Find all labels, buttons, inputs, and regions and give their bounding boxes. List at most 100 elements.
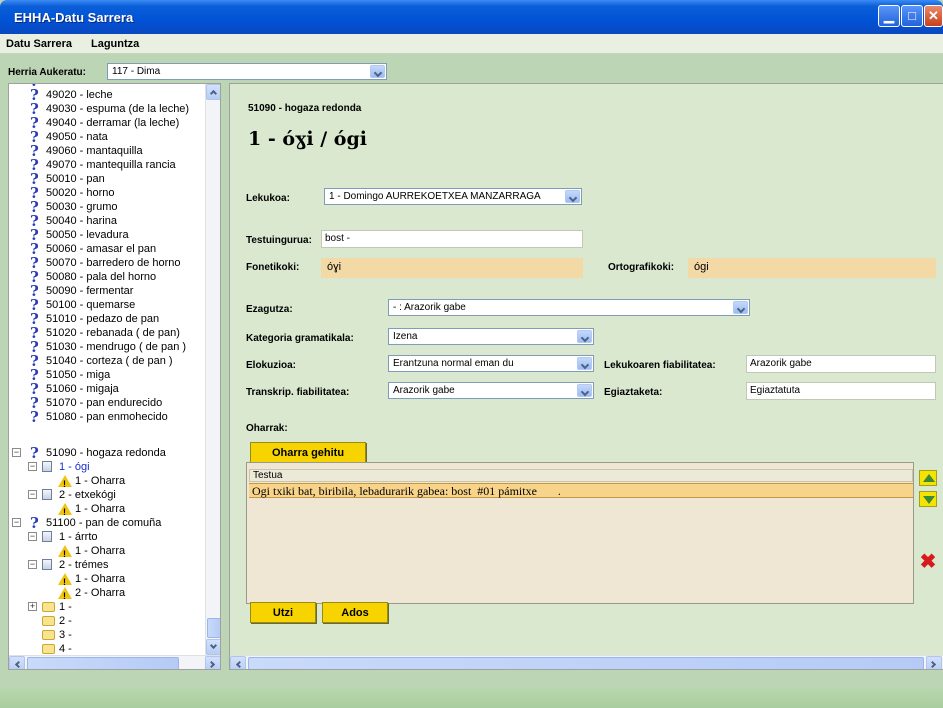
menu-bar: Datu Sarrera Laguntza [0,34,943,54]
collapse-icon[interactable]: − [28,532,37,541]
chevron-down-icon[interactable] [577,357,592,370]
tree-item-label: 50080 - pala del horno [46,271,157,283]
warning-icon [58,503,72,519]
scroll-down-button[interactable] [206,639,220,655]
chevron-down-icon[interactable] [370,65,385,78]
collapse-icon[interactable]: − [12,448,21,457]
collapse-icon[interactable]: − [12,518,21,527]
delete-icon[interactable]: ✖ [919,552,937,572]
lekukoa-value: 1 - Domingo AURREKOETXEA MANZARRAGA [329,191,541,202]
title-bar[interactable]: EHHA-Datu Sarrera ▁ □ ✕ [0,0,943,34]
herria-select[interactable]: 117 - Dima [107,63,387,80]
scroll-thumb[interactable] [248,657,924,669]
tree-item-label: 50090 - fermentar [46,285,134,297]
transkrip-select[interactable]: Arazorik gabe [388,382,594,399]
tree-item-label: 50020 - horno [46,187,115,199]
kategoria-select[interactable]: Izena [388,328,594,345]
concept-tree[interactable]: ?49010 - ordeñar?49020 - leche?49030 - e… [8,83,221,670]
lekukoaren-fiabilitatea-field[interactable]: Arazorik gabe [746,355,936,373]
tree-item-label: 50100 - quemarse [46,299,136,311]
window-title: EHHA-Datu Sarrera [14,10,134,25]
tree-item-label: 51030 - mendrugo ( de pan ) [46,341,187,353]
maximize-button[interactable]: □ [901,5,923,27]
chevron-down-icon[interactable] [733,301,748,314]
document-icon [42,531,52,542]
menu-datu-sarrera[interactable]: Datu Sarrera [6,38,72,50]
scroll-left-button[interactable] [230,656,246,669]
form-horizontal-scrollbar[interactable] [230,655,943,669]
tree-vertical-scrollbar[interactable] [205,84,220,655]
expand-icon[interactable]: + [28,602,37,611]
collapse-icon[interactable]: − [28,462,37,471]
question-icon: ? [30,514,39,532]
question-icon: ? [30,444,39,462]
lekukoaren-fiabilitatea-label: Lekukoaren fiabilitatea: [604,360,716,371]
tree-item-label: 49050 - nata [46,131,108,143]
tree-item-label: 51020 - rebanada ( de pan) [46,327,180,339]
oharra-gehitu-button[interactable]: Oharra gehitu [250,442,366,463]
ezagutza-select[interactable]: - : Arazorik gabe [388,299,750,316]
fonetikoki-value: óɣi [327,261,342,273]
transkrip-label: Transkrip. fiabilitatea: [246,387,350,398]
elokuzioa-value: Erantzuna normal eman du [393,358,514,369]
column-header-testua[interactable]: Testua [249,469,913,482]
ezagutza-label: Ezagutza: [246,304,293,315]
scroll-right-button[interactable] [205,656,220,669]
document-icon [42,461,52,472]
ados-button[interactable]: Ados [322,602,388,623]
tree-item-label: 49060 - mantaquilla [46,145,143,157]
testuingurua-input[interactable]: bost - [321,230,583,248]
chevron-down-icon[interactable] [565,190,580,203]
scroll-thumb[interactable] [207,618,220,638]
tree-item-label: 50070 - barredero de horno [46,257,181,269]
warning-icon [58,475,72,491]
collapse-icon[interactable]: − [28,490,37,499]
minimize-button[interactable]: ▁ [878,5,900,27]
testuingurua-value: bost - [325,233,351,244]
chevron-down-icon[interactable] [577,330,592,343]
lekukoa-select[interactable]: 1 - Domingo AURREKOETXEA MANZARRAGA [324,188,582,205]
egiaztaketa-field[interactable]: Egiaztatuta [746,382,936,400]
scroll-right-button[interactable] [926,656,942,669]
elokuzioa-label: Elokuzioa: [246,360,297,371]
tree-item-label: 50060 - amasar el pan [46,243,157,255]
kategoria-label: Kategoria gramatikala: [246,333,354,344]
tree-item-label: 51070 - pan endurecido [46,397,163,409]
herria-select-value: 117 - Dima [112,66,161,77]
ortografikoki-label: Ortografikoki: [608,262,675,273]
scroll-up-button[interactable] [206,84,220,100]
tree-item-label: 51010 - pedazo de pan [46,313,160,325]
scroll-left-button[interactable] [9,656,25,669]
utzi-button[interactable]: Utzi [250,602,316,623]
warning-icon [58,587,72,603]
comment-icon [42,616,55,626]
move-up-button[interactable] [919,470,937,486]
lekukoaren-fiabilitatea-value: Arazorik gabe [750,358,812,369]
comment-icon [42,602,55,612]
close-button[interactable]: ✕ [924,5,943,27]
ezagutza-value: - : Arazorik gabe [393,302,466,313]
ortografikoki-value: ógi [694,261,709,273]
tree-item-label: 49030 - espuma (de la leche) [46,103,190,115]
notes-table[interactable]: Testua Ogi txiki bat, biribila, lebadura… [246,462,914,604]
table-row[interactable]: Ogi txiki bat, biribila, lebadurarik gab… [249,483,913,498]
question-icon: ? [30,408,39,426]
chevron-down-icon[interactable] [577,384,592,397]
scroll-thumb[interactable] [27,657,179,669]
ortografikoki-field[interactable]: ógi [688,258,936,278]
elokuzioa-select[interactable]: Erantzuna normal eman du [388,355,594,372]
transkrip-value: Arazorik gabe [393,385,455,396]
warning-icon [58,545,72,561]
page-title: 1 - óɣi / ógi [248,128,367,150]
menu-laguntza[interactable]: Laguntza [91,38,139,50]
tree-item-label: 50010 - pan [46,173,105,185]
comment-icon [42,630,55,640]
fonetikoki-field[interactable]: óɣi [321,258,583,278]
tree-horizontal-scrollbar[interactable] [9,655,220,669]
tree-item-label: 51050 - miga [46,369,111,381]
lekukoa-label: Lekukoa: [246,193,290,204]
collapse-icon[interactable]: − [28,560,37,569]
move-down-button[interactable] [919,491,937,507]
tree-item-label: 51040 - corteza ( de pan ) [46,355,173,367]
tree-item-label: 49070 - mantequilla rancia [46,159,176,171]
